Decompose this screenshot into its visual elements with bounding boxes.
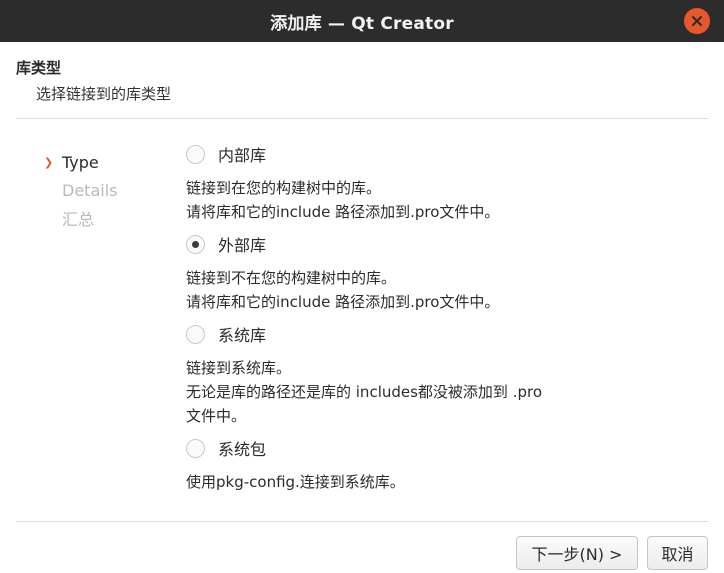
page-title: 库类型 — [16, 59, 62, 77]
step-type: ❯ Type — [44, 148, 117, 176]
option-description: 链接到在您的构建树中的库。 请将库和它的include 路径添加到.pro文件中… — [186, 179, 500, 221]
radio-external-library[interactable]: 外部库 — [186, 230, 706, 258]
footer-divider — [16, 521, 708, 522]
radio-system-package[interactable]: 系统包 — [186, 434, 706, 462]
option-label: 内部库 — [218, 146, 267, 165]
library-type-options: 内部库 链接到在您的构建树中的库。 请将库和它的include 路径添加到.pr… — [186, 140, 706, 500]
cancel-button[interactable]: 取消 — [647, 536, 708, 570]
close-button[interactable] — [684, 8, 710, 34]
option-label: 外部库 — [218, 236, 267, 255]
step-label: Details — [62, 180, 118, 200]
option-description: 使用pkg-config.连接到系统库。 — [186, 473, 405, 491]
current-step-arrow-icon: ❯ — [44, 155, 54, 169]
header-divider — [16, 118, 708, 119]
radio-internal-library[interactable]: 内部库 — [186, 140, 706, 168]
page-subtitle: 选择链接到的库类型 — [36, 85, 172, 103]
option-label: 系统包 — [218, 440, 267, 459]
radio-system-library[interactable]: 系统库 — [186, 320, 706, 348]
window-title: 添加库 — Qt Creator — [270, 13, 454, 34]
step-summary: 汇总 — [44, 204, 117, 232]
next-button[interactable]: 下一步(N) > — [516, 536, 638, 570]
option-label: 系统库 — [218, 326, 267, 345]
radio-button[interactable] — [186, 234, 205, 254]
step-label: 汇总 — [62, 210, 95, 229]
step-label: Type — [62, 152, 99, 172]
radio-button[interactable] — [186, 144, 205, 164]
close-icon — [692, 16, 702, 26]
radio-button[interactable] — [186, 438, 205, 458]
title-bar: 添加库 — Qt Creator — [0, 0, 724, 42]
option-description: 链接到不在您的构建树中的库。 请将库和它的include 路径添加到.pro文件… — [186, 269, 500, 311]
step-details: Details — [44, 176, 117, 204]
wizard-steps: ❯ Type Details 汇总 — [44, 148, 117, 232]
wizard-header: 库类型 选择链接到的库类型 — [0, 42, 724, 118]
option-description: 链接到系统库。 无论是库的路径还是库的 includes都没被添加到 .pro … — [186, 359, 543, 425]
radio-button[interactable] — [186, 324, 205, 344]
